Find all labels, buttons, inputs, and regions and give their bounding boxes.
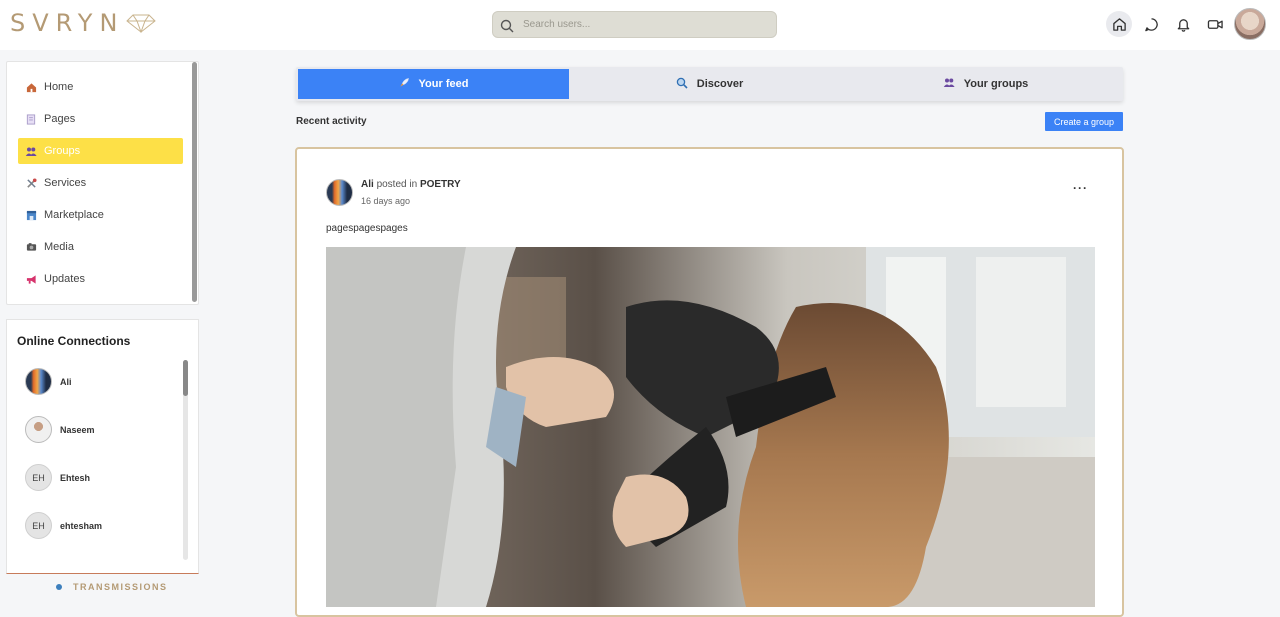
sidebar-item-label: Groups [44,145,81,157]
tab-label: Your groups [963,78,1029,90]
connection-name: Ali [60,376,72,387]
status-dot-icon [56,584,62,590]
sidebar-item-label: Services [44,177,87,189]
messages-button[interactable] [1138,11,1164,37]
sidebar-item-label: Pages [44,113,76,125]
tab-label: Discover [696,78,744,90]
post-menu-button[interactable]: ··· [1073,181,1088,195]
sidebar-item-pages[interactable]: Pages [18,106,183,132]
gem-icon [126,14,157,33]
hair-dryer-photo [326,247,1095,607]
tab-discover[interactable]: Discover [569,69,850,99]
post-author[interactable]: Ali [361,179,374,190]
updates-icon [25,273,37,285]
sidebar-nav: Home Pages Groups Services Marketplace M… [6,61,199,305]
sidebar-scrollbar[interactable] [192,62,197,302]
media-icon [25,241,37,253]
sidebar-item-label: Marketplace [44,209,104,221]
connection-item[interactable]: Ali [25,368,72,395]
connections-scrollbar[interactable] [183,360,188,560]
home-icon [1112,17,1126,31]
top-bar: SVRYN [0,0,1280,50]
search-icon [500,19,514,32]
connection-name: ehtesham [60,520,103,531]
tab-your-groups[interactable]: Your groups [850,69,1121,99]
home-icon [25,81,37,93]
sidebar-item-label: Updates [44,273,85,285]
chat-icon [1144,17,1158,31]
magnifier-icon [676,77,688,92]
video-button[interactable] [1202,11,1228,37]
home-button[interactable] [1106,11,1132,37]
groups-icon [25,145,37,157]
pages-icon [25,113,37,125]
top-icons [1100,8,1266,40]
section-title: Recent activity [296,116,367,127]
transmissions-button[interactable]: TRANSMISSIONS [56,582,168,592]
connections-title: Online Connections [17,334,131,348]
video-icon [1207,19,1223,29]
user-avatar[interactable] [1234,8,1266,40]
online-connections-panel: Online Connections Ali Naseem EH Ehtesh … [6,319,199,574]
avatar [25,368,52,395]
tab-your-feed[interactable]: Your feed [298,69,569,99]
sidebar-item-marketplace[interactable]: Marketplace [18,202,183,228]
post-group-link[interactable]: POETRY [420,179,461,190]
post-card: Ali posted in POETRY 16 days ago ··· pag… [295,147,1124,617]
connection-name: Naseem [60,424,95,435]
tab-label: Your feed [418,78,469,90]
post-timestamp: 16 days ago [361,196,411,206]
services-icon [25,177,37,189]
search-input[interactable] [523,19,743,30]
connection-item[interactable]: Naseem [25,416,95,443]
post-image[interactable] [326,247,1095,607]
avatar [25,416,52,443]
bell-icon [1177,18,1189,32]
sidebar-item-groups[interactable]: Groups [18,138,183,164]
sidebar-item-media[interactable]: Media [18,234,183,260]
sidebar-item-home[interactable]: Home [18,74,183,100]
scrollbar-thumb[interactable] [183,360,188,396]
post-header: Ali posted in POETRY [361,179,461,190]
rocket-icon [399,77,410,91]
transmissions-label: TRANSMISSIONS [73,582,168,592]
connection-name: Ehtesh [60,472,91,483]
avatar: EH [25,464,52,491]
logo-text: SVRYN [10,9,125,37]
avatar[interactable] [326,179,353,206]
feed-tabs: Your feed Discover Your groups [296,67,1123,101]
avatar: EH [25,512,52,539]
posted-in-text: posted in [376,179,418,190]
post-text: pagespagespages [326,223,408,234]
sidebar-item-label: Home [44,81,74,93]
connection-item[interactable]: EH ehtesham [25,512,102,539]
sidebar-item-updates[interactable]: Updates [18,266,183,292]
people-icon [943,77,955,91]
sidebar-item-services[interactable]: Services [18,170,183,196]
connection-item[interactable]: EH Ehtesh [25,464,90,491]
notifications-button[interactable] [1170,11,1196,37]
logo[interactable]: SVRYN [10,8,157,38]
sidebar-item-label: Media [44,241,74,253]
create-group-button[interactable]: Create a group [1045,112,1123,131]
search-bar[interactable] [492,11,777,38]
marketplace-icon [25,209,37,221]
